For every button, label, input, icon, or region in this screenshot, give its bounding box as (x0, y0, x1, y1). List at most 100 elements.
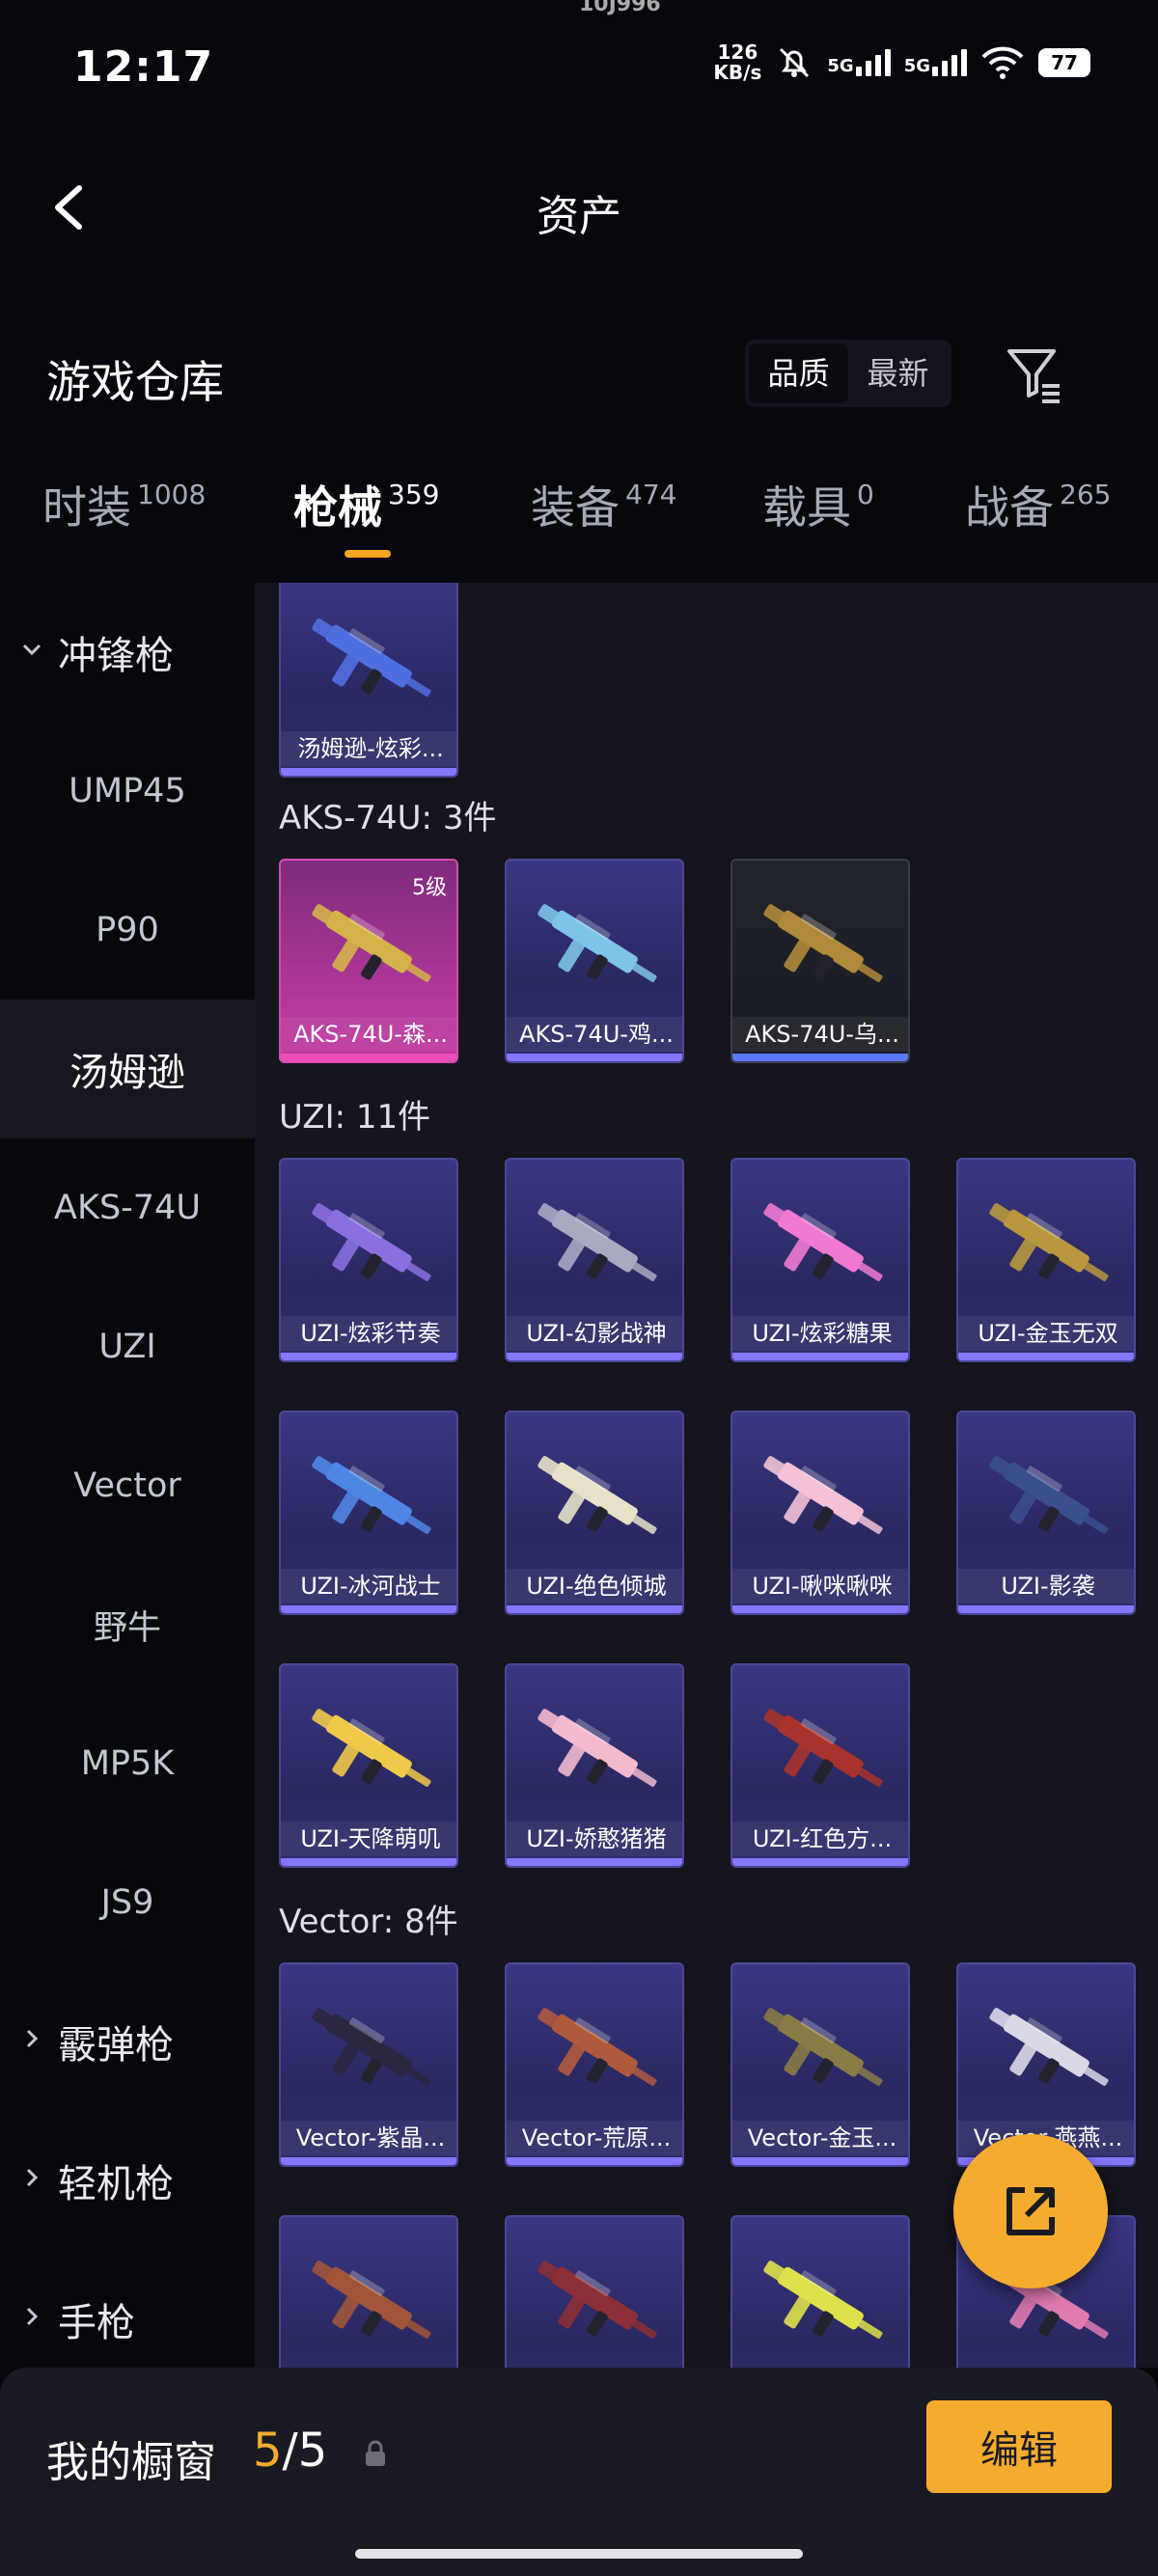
weapon-image (989, 2008, 1109, 2086)
weapon-image (989, 1456, 1109, 1534)
edit-button[interactable]: 编辑 (926, 2400, 1112, 2493)
tab-firearms[interactable]: 枪械 359 (293, 473, 439, 560)
sidebar-item-mp5k[interactable]: MP5K (0, 1694, 255, 1833)
filter-icon[interactable] (1004, 343, 1065, 405)
rarity-strip (507, 1054, 682, 1061)
sidebar-item-ump45[interactable]: UMP45 (0, 722, 255, 861)
chevron-right-icon (26, 2029, 39, 2048)
group-label-vector: Vector: 8件 (279, 1903, 458, 1941)
weapon-sidebar: 冲锋枪 UMP45 P90 汤姆逊 AKS-74U UZI Vector 野牛 … (0, 583, 255, 2368)
sidebar-item-thompson[interactable]: 汤姆逊 (0, 1000, 255, 1138)
thompson-item-card[interactable]: 汤姆逊-炫彩... (279, 583, 458, 778)
tab-equipment[interactable]: 装备 474 (531, 473, 676, 560)
tab-battle-gear-label: 战备 (965, 481, 1054, 534)
weapon-image (312, 2008, 431, 2086)
rarity-strip (732, 1605, 908, 1613)
item-level-badge: 5级 (412, 876, 447, 900)
rarity-strip (281, 768, 456, 776)
aks74u-item-card[interactable]: 5级 AKS-74U-森... (279, 859, 458, 1063)
sidebar-group-lmg-label: 轻机枪 (58, 2162, 174, 2206)
uzi-item-card[interactable]: UZI-天降萌叽 (279, 1663, 458, 1868)
chevron-right-icon (26, 2168, 39, 2187)
weapon-image (763, 1456, 883, 1534)
tab-fashion-label: 时装 (42, 481, 131, 534)
weapon-image (763, 1709, 883, 1787)
weapon-image (312, 1709, 431, 1787)
uzi-item-card[interactable]: UZI-红色方... (731, 1663, 910, 1868)
showcase-count-total: 5 (297, 2424, 328, 2478)
sidebar-item-bizon[interactable]: 野牛 (0, 1555, 255, 1694)
item-name: UZI-影袭 (958, 1569, 1134, 1603)
sidebar-group-shotgun-label: 霰弹枪 (58, 2023, 174, 2068)
sidebar-group-smg-label: 冲锋枪 (58, 634, 174, 678)
wifi-icon (981, 46, 1024, 79)
rarity-strip (958, 1353, 1134, 1360)
rarity-strip (732, 1353, 908, 1360)
warehouse-title: 游戏仓库 (46, 356, 224, 408)
tab-firearms-count: 359 (388, 479, 440, 510)
tab-fashion[interactable]: 时装 1008 (42, 473, 206, 560)
rarity-strip (958, 1605, 1134, 1613)
sidebar-group-lmg[interactable]: 轻机枪 (0, 2111, 255, 2250)
uzi-item-card[interactable]: UZI-金玉无双 (956, 1158, 1136, 1362)
rarity-strip (281, 1353, 456, 1360)
bell-off-icon (780, 47, 810, 78)
showcase-count-separator: / (282, 2424, 298, 2478)
item-name: AKS-74U-鸡... (507, 1017, 682, 1052)
vector-item-card[interactable]: Vector-金玉... (731, 1962, 910, 2167)
tab-fashion-count: 1008 (137, 479, 207, 510)
sidebar-item-uzi[interactable]: UZI (0, 1277, 255, 1416)
sort-toggle: 品质 最新 (745, 340, 951, 407)
item-name: UZI-红色方... (732, 1822, 908, 1856)
group-label-aks74u: AKS-74U: 3件 (279, 799, 497, 837)
sidebar-group-shotgun[interactable]: 霰弹枪 (0, 1972, 255, 2111)
top-cut-text: 10J996 (579, 0, 661, 16)
rarity-strip (507, 2157, 682, 2165)
rarity-strip (281, 2157, 456, 2165)
sidebar-group-smg[interactable]: 冲锋枪 (0, 583, 255, 722)
sidebar-item-js9[interactable]: JS9 (0, 1833, 255, 1972)
weapon-image (312, 618, 431, 697)
item-name: UZI-啾咪啾咪 (732, 1569, 908, 1603)
weapon-image (538, 1456, 657, 1534)
category-tabs: 时装 1008 枪械 359 装备 474 载具 0 战备 265 (0, 473, 1158, 579)
chevron-right-icon (26, 2307, 39, 2326)
vector-item-card[interactable]: Vector-荒原... (505, 1962, 684, 2167)
item-name: UZI-冰河战士 (281, 1569, 456, 1603)
uzi-item-card[interactable]: UZI-幻影战神 (505, 1158, 684, 1362)
group-label-uzi: UZI: 11件 (279, 1098, 431, 1137)
vector-item-card[interactable]: Vector-紫晶... (279, 1962, 458, 2167)
sidebar-item-vector[interactable]: Vector (0, 1416, 255, 1555)
uzi-item-card[interactable]: UZI-炫彩糖果 (731, 1158, 910, 1362)
aks74u-item-card[interactable]: AKS-74U-乌... (731, 859, 910, 1063)
weapon-image (538, 2008, 657, 2086)
tab-vehicles-label: 载具 (762, 481, 851, 534)
battery-icon: 77 (1038, 48, 1090, 77)
tab-vehicles-count: 0 (857, 479, 874, 510)
uzi-item-card[interactable]: UZI-娇憨猪猪 (505, 1663, 684, 1868)
share-button[interactable] (953, 2134, 1108, 2288)
home-indicator[interactable] (355, 2549, 803, 2559)
sort-newest-button[interactable]: 最新 (848, 343, 948, 403)
tab-vehicles[interactable]: 载具 0 (762, 473, 874, 560)
tab-battle-gear[interactable]: 战备 265 (965, 473, 1111, 560)
item-name: Vector-紫晶... (281, 2121, 456, 2155)
uzi-item-card[interactable]: UZI-影袭 (956, 1411, 1136, 1615)
rarity-strip (281, 1858, 456, 1866)
vector-item-card[interactable] (279, 2215, 458, 2368)
uzi-item-card[interactable]: UZI-绝色倾城 (505, 1411, 684, 1615)
sidebar-item-p90[interactable]: P90 (0, 861, 255, 1000)
network-speed-value: 126 (717, 41, 758, 64)
vector-item-card[interactable] (731, 2215, 910, 2368)
vector-item-card[interactable] (505, 2215, 684, 2368)
uzi-item-card[interactable]: UZI-啾咪啾咪 (731, 1411, 910, 1615)
uzi-item-card[interactable]: UZI-冰河战士 (279, 1411, 458, 1615)
status-icons: 126 KB/s 5G 5G 77 (713, 39, 1090, 87)
aks74u-item-card[interactable]: AKS-74U-鸡... (505, 859, 684, 1063)
status-time: 12:17 (73, 42, 214, 92)
uzi-item-card[interactable]: UZI-炫彩节奏 (279, 1158, 458, 1362)
tab-equipment-label: 装备 (531, 481, 620, 534)
sidebar-item-aks74u[interactable]: AKS-74U (0, 1138, 255, 1277)
rarity-strip (732, 2157, 908, 2165)
sort-quality-button[interactable]: 品质 (749, 343, 848, 403)
